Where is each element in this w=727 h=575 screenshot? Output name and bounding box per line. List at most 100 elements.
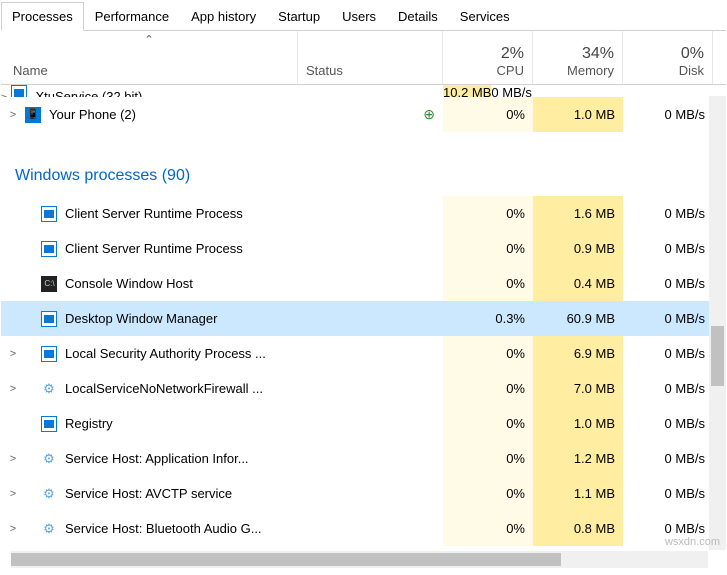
tab-services[interactable]: Services [449, 2, 521, 31]
memory-label: Memory [533, 63, 614, 78]
tab-startup[interactable]: Startup [267, 2, 331, 31]
process-name-cell: >C:\Console Window Host [1, 276, 298, 292]
cpu-label: CPU [443, 63, 524, 78]
process-row[interactable]: >⚙Service Host: AVCTP service0%1.1 MB0 M… [1, 476, 726, 511]
column-status-label: Status [306, 63, 343, 78]
process-name-cell: >Registry [1, 416, 298, 432]
tab-performance[interactable]: Performance [84, 2, 180, 31]
mem-value: 1.0 MB [533, 406, 623, 441]
spacer [1, 132, 726, 156]
column-name-label: Name [13, 63, 48, 78]
phone-icon: 📱 [25, 107, 41, 123]
process-row[interactable]: >Client Server Runtime Process 0%0.9 MB0 … [1, 231, 726, 266]
disk-value: 0 MB/s [623, 97, 713, 132]
process-name: LocalServiceNoNetworkFirewall ... [65, 381, 263, 396]
mem-value: 0.4 MB [533, 266, 623, 301]
process-name-cell: >XtuService (32 bit) [1, 85, 298, 97]
column-header-disk[interactable]: 0% Disk [623, 31, 713, 84]
gear-icon: ⚙ [41, 521, 57, 537]
window-icon [41, 241, 57, 257]
vertical-scrollbar[interactable] [709, 96, 726, 550]
console-icon: C:\ [41, 276, 57, 292]
expand-chevron-icon[interactable]: > [1, 92, 7, 97]
process-row[interactable]: > ⚙ LocalServiceNoNetworkFirewall ... 0%7.0… [1, 371, 726, 406]
disk-percent: 0% [623, 45, 704, 63]
memory-percent: 34% [533, 45, 614, 63]
process-row[interactable]: >Registry 0%1.0 MB0 MB/s [1, 406, 726, 441]
mem-value: 60.9 MB [533, 301, 623, 336]
status-cell [298, 85, 443, 97]
tab-users[interactable]: Users [331, 2, 387, 31]
disk-value: 0 MB/s [623, 266, 713, 301]
process-name-cell: >⚙Service Host: Bluetooth Audio G... [1, 521, 298, 537]
expand-chevron-icon[interactable]: > [5, 109, 21, 121]
process-row[interactable]: >XtuService (32 bit) 10.2 MB0 MB/s [1, 85, 726, 97]
cpu-value: 0% [443, 441, 533, 476]
window-icon [41, 416, 57, 432]
disk-value: 0 MB/s [623, 406, 713, 441]
gear-icon: ⚙ [41, 451, 57, 467]
window-icon [41, 206, 57, 222]
cpu-value: 0% [443, 336, 533, 371]
disk-value: 0 MB/s [623, 231, 713, 266]
gear-icon: ⚙ [41, 486, 57, 502]
process-name: Console Window Host [65, 276, 193, 291]
tab-details[interactable]: Details [387, 2, 449, 31]
process-name-cell: > Local Security Authority Process ... [1, 346, 298, 362]
process-name: Local Security Authority Process ... [65, 346, 266, 361]
expand-chevron-icon[interactable]: > [5, 523, 21, 535]
column-header-name[interactable]: ⌃ Name [1, 31, 298, 84]
watermark: wsxdn.com [665, 536, 720, 548]
cpu-percent: 2% [443, 45, 524, 63]
disk-value: 0 MB/s [623, 476, 713, 511]
cpu-value: 0% [443, 371, 533, 406]
mem-value: 1.6 MB [533, 196, 623, 231]
process-row[interactable]: >Client Server Runtime Process0%1.6 MB0 … [1, 196, 726, 231]
disk-value: 0 MB/s [623, 301, 713, 336]
process-name-cell: > ⚙ LocalServiceNoNetworkFirewall ... [1, 381, 298, 397]
expand-chevron-icon[interactable]: > [5, 348, 21, 360]
horizontal-scrollbar[interactable] [11, 551, 708, 568]
column-header-cpu[interactable]: 2% CPU [443, 31, 533, 84]
column-header-memory[interactable]: 34% Memory [533, 31, 623, 84]
mem-value: 0.9 MB [533, 231, 623, 266]
window-icon [41, 346, 57, 362]
column-headers: ⌃ Name Status 2% CPU 34% Memory 0% Disk [1, 31, 726, 85]
process-row[interactable]: >⚙Service Host: Application Infor...0%1.… [1, 441, 726, 476]
horizontal-scrollbar-thumb[interactable] [11, 553, 561, 566]
process-name: Client Server Runtime Process [65, 241, 243, 256]
tab-processes[interactable]: Processes [1, 2, 84, 31]
process-row[interactable]: >📱Your Phone (2)⊕0%1.0 MB0 MB/s [1, 97, 726, 132]
disk-label: Disk [623, 63, 704, 78]
cpu-value: 0% [443, 406, 533, 441]
process-row[interactable]: >Desktop Window Manager0.3%60.9 MB0 MB/s [1, 301, 726, 336]
process-row[interactable]: >Local Security Authority Process ...0%6… [1, 336, 726, 371]
expand-chevron-icon[interactable]: > [5, 383, 21, 395]
cpu-value: 0% [443, 511, 533, 546]
process-name: Service Host: AVCTP service [65, 486, 232, 501]
mem-value: 0.8 MB [533, 511, 623, 546]
vertical-scrollbar-thumb[interactable] [711, 326, 724, 386]
process-name-cell: >Desktop Window Manager [1, 311, 298, 327]
process-row[interactable]: >C:\Console Window Host0%0.4 MB0 MB/s [1, 266, 726, 301]
cpu-value: 0% [443, 266, 533, 301]
window-icon [11, 85, 27, 97]
tab-app-history[interactable]: App history [180, 2, 267, 31]
group-header-windows-processes[interactable]: Windows processes (90) [1, 156, 726, 196]
column-header-status[interactable]: Status [298, 31, 443, 84]
sort-arrow-icon: ⌃ [144, 33, 153, 46]
window-icon [41, 311, 57, 327]
mem-value: 7.0 MB [533, 371, 623, 406]
mem-value: 1.0 MB [533, 97, 623, 132]
expand-chevron-icon[interactable]: > [5, 453, 21, 465]
process-name: Client Server Runtime Process [65, 206, 243, 221]
gear-icon: ⚙ [41, 381, 57, 397]
mem-value: 10.2 MB [443, 85, 491, 97]
status-cell: ⊕ [298, 106, 443, 123]
expand-chevron-icon[interactable]: > [5, 488, 21, 500]
process-name-cell: >Client Server Runtime Process [1, 241, 298, 257]
process-row[interactable]: >⚙Service Host: Bluetooth Audio G...0%0.… [1, 511, 726, 546]
cpu-value: 0% [443, 231, 533, 266]
disk-value: 0 MB/s [491, 85, 531, 97]
cpu-value: 0% [443, 97, 533, 132]
